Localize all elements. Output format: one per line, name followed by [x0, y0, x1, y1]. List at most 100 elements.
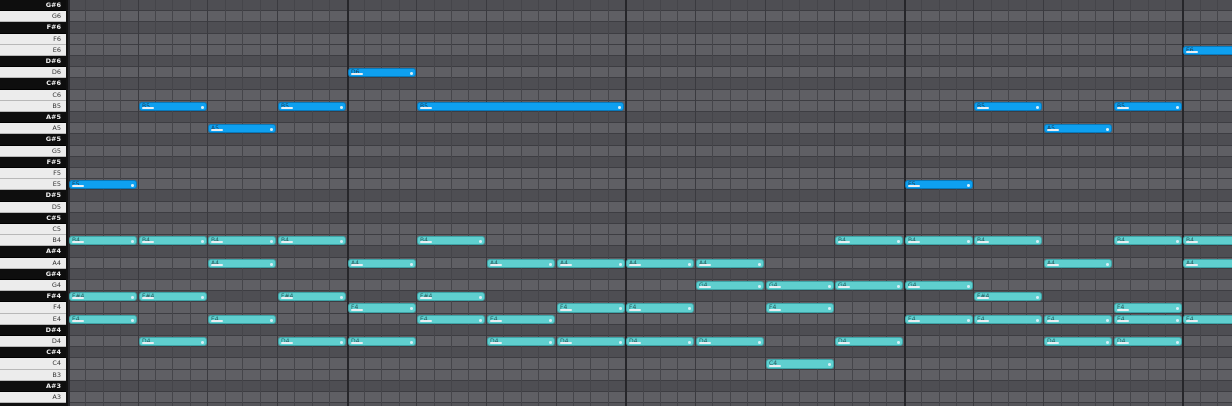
velocity-bar[interactable]: [629, 342, 641, 344]
accompaniment-note[interactable]: D4: [278, 337, 346, 346]
velocity-bar[interactable]: [908, 320, 920, 322]
resize-handle-icon[interactable]: [479, 240, 482, 243]
resize-handle-icon[interactable]: [270, 319, 273, 322]
accompaniment-note[interactable]: B4: [208, 236, 276, 245]
resize-handle-icon[interactable]: [1176, 307, 1179, 310]
accompaniment-note[interactable]: E4: [487, 315, 555, 324]
resize-handle-icon[interactable]: [201, 341, 204, 344]
resize-handle-icon[interactable]: [897, 285, 900, 288]
velocity-bar[interactable]: [1186, 320, 1198, 322]
velocity-bar[interactable]: [1186, 264, 1198, 266]
piano-key-csharp4[interactable]: C#4: [0, 347, 66, 358]
velocity-bar[interactable]: [769, 309, 781, 311]
melody-note[interactable]: B5: [974, 102, 1042, 111]
piano-key-asharp5[interactable]: A#5: [0, 112, 66, 123]
resize-handle-icon[interactable]: [758, 341, 761, 344]
accompaniment-note[interactable]: B4: [905, 236, 973, 245]
velocity-bar[interactable]: [351, 309, 363, 311]
piano-key-f4[interactable]: F4: [0, 302, 66, 314]
resize-handle-icon[interactable]: [1176, 240, 1179, 243]
velocity-bar[interactable]: [72, 297, 84, 299]
piano-key-g6[interactable]: G6: [0, 11, 66, 22]
velocity-bar[interactable]: [420, 297, 432, 299]
resize-handle-icon[interactable]: [340, 296, 343, 299]
velocity-bar[interactable]: [1117, 342, 1129, 344]
velocity-bar[interactable]: [838, 241, 850, 243]
velocity-bar[interactable]: [420, 241, 432, 243]
piano-key-e6[interactable]: E6: [0, 45, 66, 56]
piano-key-g4[interactable]: G4: [0, 280, 66, 291]
accompaniment-note[interactable]: B4: [69, 236, 137, 245]
accompaniment-note[interactable]: F4: [348, 303, 416, 313]
resize-handle-icon[interactable]: [340, 106, 343, 109]
velocity-bar[interactable]: [142, 107, 154, 109]
velocity-bar[interactable]: [1117, 320, 1129, 322]
velocity-bar[interactable]: [769, 286, 781, 288]
accompaniment-note[interactable]: D4: [696, 337, 764, 346]
piano-key-gsharp5[interactable]: G#5: [0, 134, 66, 146]
velocity-bar[interactable]: [629, 264, 641, 266]
piano-key-csharp5[interactable]: C#5: [0, 213, 66, 224]
velocity-bar[interactable]: [281, 241, 293, 243]
accompaniment-note[interactable]: D4: [626, 337, 694, 346]
velocity-bar[interactable]: [977, 297, 989, 299]
accompaniment-note[interactable]: B4: [139, 236, 207, 245]
velocity-bar[interactable]: [420, 107, 432, 109]
accompaniment-note[interactable]: D4: [348, 337, 416, 346]
accompaniment-note[interactable]: D4: [1114, 337, 1182, 346]
accompaniment-note[interactable]: B4: [278, 236, 346, 245]
velocity-bar[interactable]: [560, 309, 572, 311]
velocity-bar[interactable]: [72, 320, 84, 322]
accompaniment-note[interactable]: A4: [487, 259, 555, 268]
velocity-bar[interactable]: [281, 342, 293, 344]
piano-key-d4[interactable]: D4: [0, 336, 66, 347]
resize-handle-icon[interactable]: [410, 263, 413, 266]
velocity-bar[interactable]: [1186, 241, 1198, 243]
accompaniment-note[interactable]: B4: [417, 236, 485, 245]
resize-handle-icon[interactable]: [828, 363, 831, 366]
resize-handle-icon[interactable]: [688, 307, 691, 310]
resize-handle-icon[interactable]: [619, 263, 622, 266]
accompaniment-note[interactable]: D4: [835, 337, 903, 346]
accompaniment-note[interactable]: E4: [208, 315, 276, 324]
piano-key-fsharp4[interactable]: F#4: [0, 291, 66, 302]
resize-handle-icon[interactable]: [1106, 319, 1109, 322]
resize-handle-icon[interactable]: [967, 285, 970, 288]
resize-handle-icon[interactable]: [131, 296, 134, 299]
velocity-bar[interactable]: [908, 185, 920, 187]
velocity-bar[interactable]: [72, 185, 84, 187]
melody-note[interactable]: A5: [1044, 124, 1112, 133]
resize-handle-icon[interactable]: [340, 240, 343, 243]
velocity-bar[interactable]: [351, 342, 363, 344]
velocity-bar[interactable]: [420, 320, 432, 322]
accompaniment-note[interactable]: B4: [974, 236, 1042, 245]
accompaniment-note[interactable]: A4: [1183, 259, 1232, 268]
velocity-bar[interactable]: [1117, 241, 1129, 243]
velocity-bar[interactable]: [977, 320, 989, 322]
piano-key-b3[interactable]: B3: [0, 370, 66, 381]
piano-key-dsharp5[interactable]: D#5: [0, 190, 66, 202]
resize-handle-icon[interactable]: [1176, 319, 1179, 322]
velocity-bar[interactable]: [977, 241, 989, 243]
velocity-bar[interactable]: [977, 107, 989, 109]
resize-handle-icon[interactable]: [758, 285, 761, 288]
velocity-bar[interactable]: [142, 297, 154, 299]
piano-key-g5[interactable]: G5: [0, 146, 66, 157]
velocity-bar[interactable]: [490, 264, 502, 266]
resize-handle-icon[interactable]: [967, 184, 970, 187]
resize-handle-icon[interactable]: [201, 240, 204, 243]
accompaniment-note[interactable]: D4: [1044, 337, 1112, 346]
piano-key-fsharp5[interactable]: F#5: [0, 157, 66, 168]
velocity-bar[interactable]: [699, 342, 711, 344]
resize-handle-icon[interactable]: [619, 307, 622, 310]
accompaniment-note[interactable]: E4: [417, 315, 485, 324]
resize-handle-icon[interactable]: [688, 263, 691, 266]
accompaniment-note[interactable]: A4: [208, 259, 276, 268]
resize-handle-icon[interactable]: [618, 106, 621, 109]
accompaniment-note[interactable]: F4: [766, 303, 834, 313]
accompaniment-note[interactable]: B4: [1114, 236, 1182, 245]
velocity-bar[interactable]: [1117, 107, 1129, 109]
resize-handle-icon[interactable]: [270, 263, 273, 266]
accompaniment-note[interactable]: E4: [905, 315, 973, 324]
velocity-bar[interactable]: [560, 264, 572, 266]
